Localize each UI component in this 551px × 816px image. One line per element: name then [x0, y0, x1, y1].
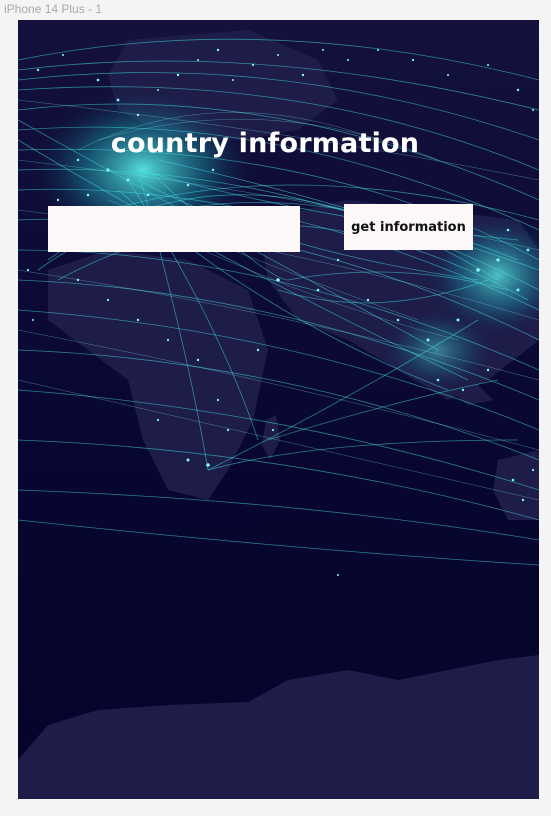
phone-screen: country information get information: [18, 20, 539, 799]
page-title: country information: [110, 128, 420, 159]
artboard-label: iPhone 14 Plus - 1: [4, 2, 103, 16]
country-input[interactable]: [48, 206, 300, 252]
get-information-button[interactable]: get information: [344, 204, 473, 250]
